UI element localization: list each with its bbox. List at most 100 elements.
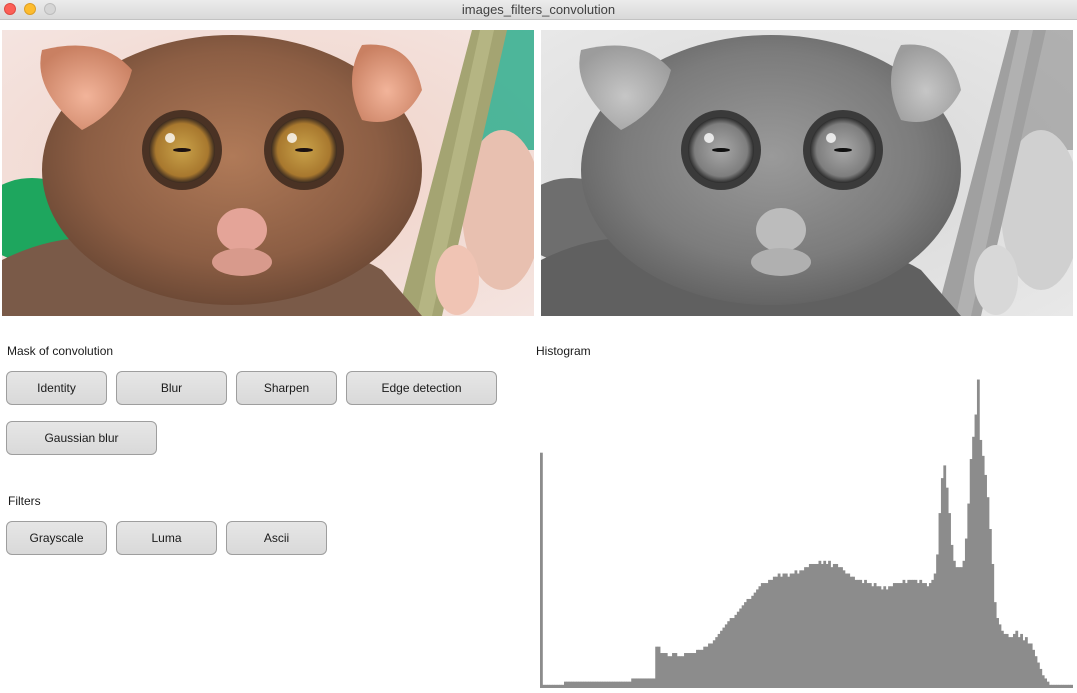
histogram-bar (657, 646, 661, 688)
identity-button[interactable]: Identity (6, 371, 107, 405)
histogram-bar (818, 560, 822, 688)
histogram-bar (734, 614, 738, 688)
mask-section-label: Mask of convolution (7, 344, 114, 358)
histogram-bar (674, 653, 678, 688)
histogram-bar (686, 653, 690, 688)
filtered-image (541, 30, 1073, 316)
histogram-bar (823, 560, 827, 688)
histogram-bar (972, 436, 975, 688)
histogram-bar (1032, 649, 1035, 688)
edge-detection-button[interactable]: Edge detection (346, 371, 497, 405)
histogram-bar (540, 452, 543, 688)
histogram-bar (633, 678, 637, 688)
histogram-bar (547, 684, 550, 688)
histogram-bar (828, 560, 831, 688)
histogram-bar (549, 684, 553, 688)
histogram-bar (693, 653, 697, 688)
histogram-bar (962, 560, 966, 688)
histogram-bar (914, 579, 918, 688)
histogram-bar (1000, 630, 1004, 688)
gaussian-blur-button[interactable]: Gaussian blur (6, 421, 157, 455)
histogram-bar (760, 583, 764, 688)
histogram-bar (950, 544, 954, 688)
histogram-bar (650, 678, 654, 688)
histogram-bar (832, 563, 836, 688)
histogram-bar (880, 589, 884, 688)
histogram-bar (763, 583, 767, 688)
histogram-bar (1005, 633, 1009, 688)
luma-button[interactable]: Luma (116, 521, 217, 555)
histogram-bar (616, 681, 620, 688)
histogram-bar (698, 649, 702, 688)
histogram-bar (592, 681, 596, 688)
histogram-bar (808, 563, 812, 688)
grayscale-button[interactable]: Grayscale (6, 521, 107, 555)
histogram-bar (544, 684, 548, 688)
histogram-bar (796, 573, 800, 688)
histogram-bar (895, 583, 899, 688)
histogram-bar (943, 465, 947, 688)
histogram-bar (998, 624, 1002, 688)
histogram-bar (739, 608, 743, 688)
histogram-bar (612, 681, 615, 688)
histogram-bar (672, 653, 675, 688)
histogram-bar (861, 583, 865, 688)
histogram-bar (542, 684, 546, 688)
histogram-bar (912, 579, 915, 688)
histogram-bar (748, 598, 752, 688)
histogram-bar (940, 478, 944, 688)
title-bar: images_filters_convolution (0, 0, 1077, 20)
histogram-bar (931, 579, 935, 688)
histogram-bar (631, 678, 635, 688)
blur-button[interactable]: Blur (116, 371, 227, 405)
histogram-bar (621, 681, 625, 688)
histogram-bar (628, 681, 632, 688)
histogram-bar (712, 640, 716, 688)
histogram-bar (794, 570, 798, 688)
histogram-bar (777, 573, 781, 688)
histogram-bar (600, 681, 603, 688)
histogram-bar (856, 579, 860, 688)
histogram-bar (561, 684, 565, 688)
histogram-bar (859, 579, 863, 688)
histogram-bar (595, 681, 599, 688)
histogram-bar (1070, 684, 1073, 688)
histogram-bar (804, 567, 807, 688)
histogram-bar (897, 583, 901, 688)
histogram-bar (648, 678, 651, 688)
histogram-bar (717, 633, 721, 688)
histogram-bar (986, 497, 990, 688)
histogram-bar (955, 567, 959, 688)
histogram-bar (878, 586, 882, 688)
histogram-label: Histogram (536, 344, 591, 358)
histogram-bar (876, 586, 879, 688)
histogram-bar (645, 678, 649, 688)
ascii-button[interactable]: Ascii (226, 521, 327, 555)
histogram-bar (1008, 637, 1011, 688)
original-image (2, 30, 534, 316)
histogram-bar (1003, 633, 1007, 688)
histogram-bar (988, 529, 992, 688)
histogram-bar (1048, 684, 1052, 688)
histogram-bar (1015, 630, 1019, 688)
histogram-bar (741, 605, 745, 688)
histogram-bar (854, 579, 858, 688)
histogram-bar (559, 684, 563, 688)
histogram-bar (655, 646, 659, 688)
histogram-bar (667, 656, 671, 688)
app-window: images_filters_convolution Mask of convo… (0, 0, 1077, 693)
histogram-bar (607, 681, 611, 688)
histogram-bar (921, 583, 925, 688)
histogram-bar (1058, 684, 1062, 688)
histogram-bar (727, 621, 731, 688)
histogram-bar (1020, 633, 1023, 688)
histogram-bar (811, 563, 815, 688)
sharpen-button[interactable]: Sharpen (236, 371, 337, 405)
histogram-bar (585, 681, 589, 688)
histogram-bar (765, 583, 769, 688)
histogram-bar (578, 681, 582, 688)
histogram-bar (890, 586, 894, 688)
filters-section-label: Filters (8, 494, 41, 508)
histogram-bar (770, 579, 774, 688)
histogram-bar (924, 583, 927, 688)
